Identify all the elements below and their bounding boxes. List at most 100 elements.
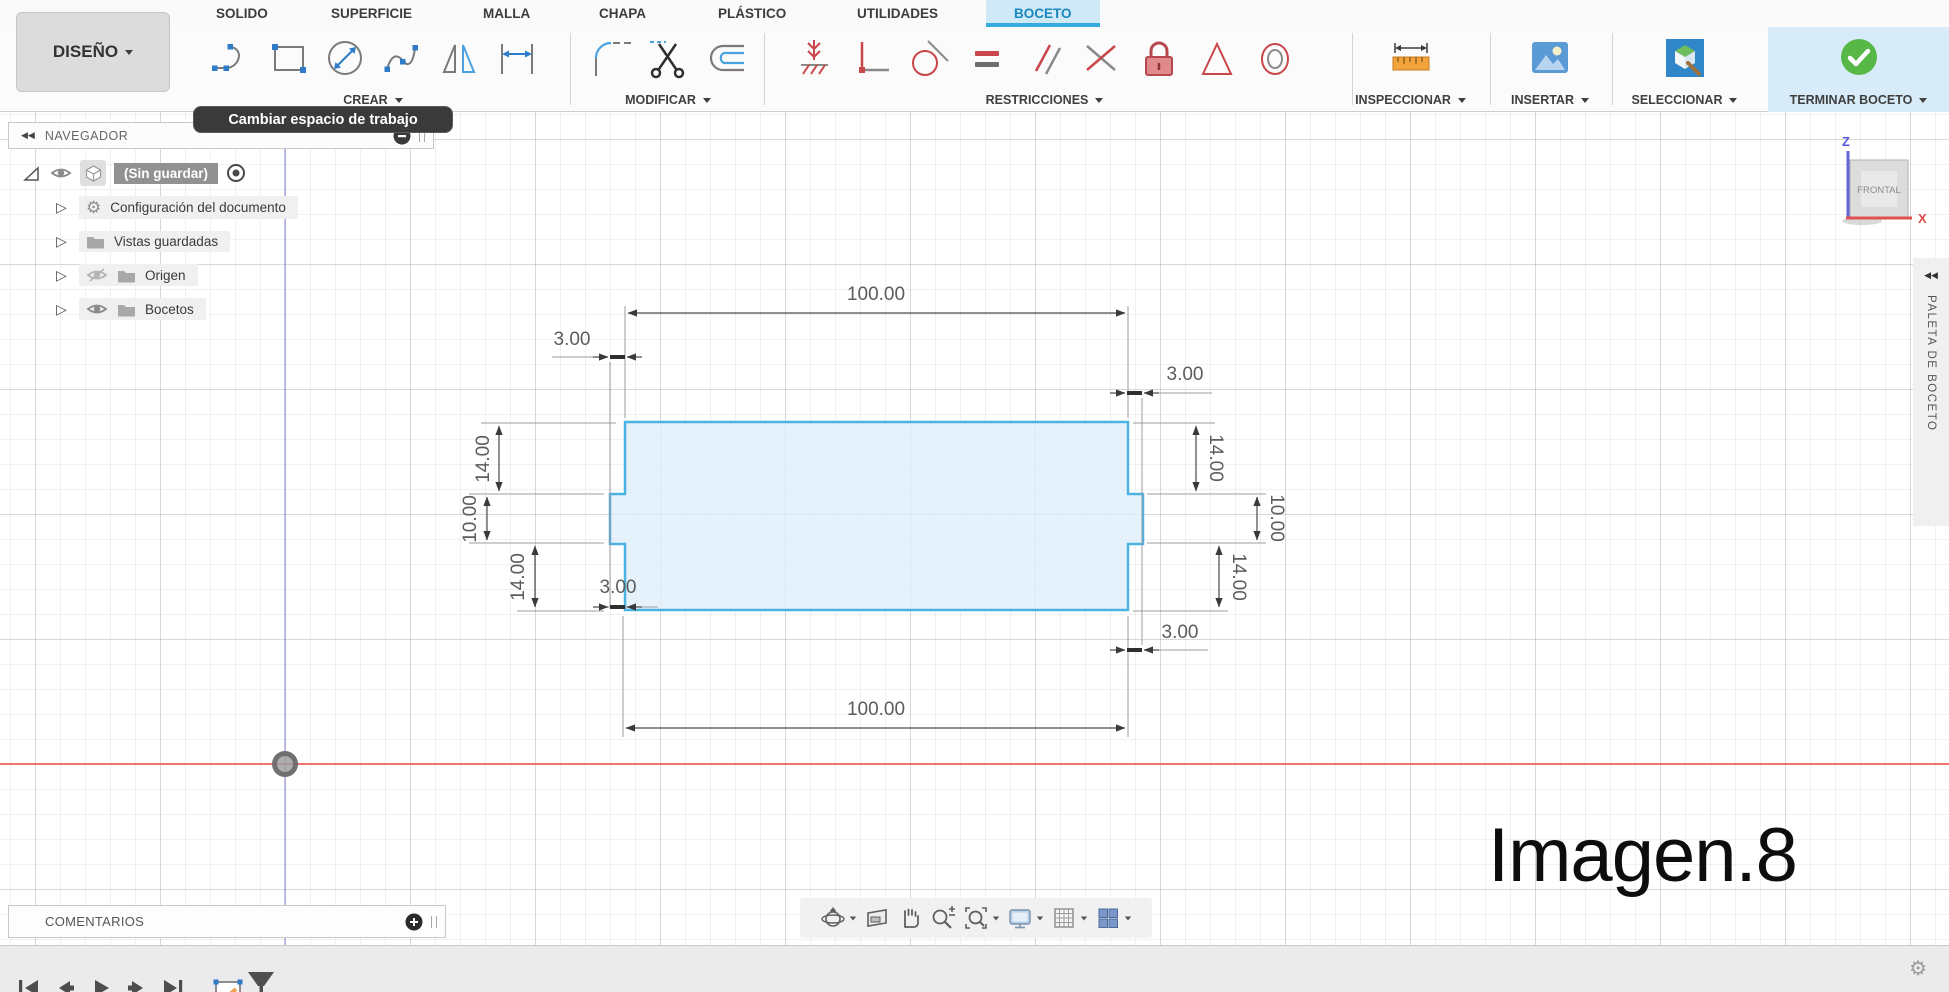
expand-arrow-icon[interactable]: ▷ [56, 267, 70, 284]
expand-arrow-icon[interactable]: ▷ [56, 199, 70, 216]
select-icon[interactable] [1663, 36, 1707, 80]
navigator-tree: (Sin guardar) ▷ ⚙ Configuración del docu… [22, 158, 298, 328]
tab-chapa[interactable]: CHAPA [599, 0, 646, 27]
grid-settings-button[interactable] [1051, 905, 1088, 931]
inspeccionar-dropdown[interactable]: INSPECCIONAR [1355, 93, 1466, 107]
workspace-selector-button[interactable]: DISEÑO [16, 12, 170, 92]
tab-superficie[interactable]: SUPERFICIE [331, 0, 412, 27]
display-settings-icon [1009, 909, 1031, 929]
document-name[interactable]: (Sin guardar) [114, 162, 219, 184]
fix-ground-constraint-icon[interactable] [793, 36, 835, 80]
terminar-boceto-dropdown[interactable]: TERMINAR BOCETO [1790, 93, 1928, 107]
tree-row-origin[interactable]: ▷ Origen [56, 260, 298, 290]
zoom-button[interactable] [930, 905, 956, 931]
tab-row: SOLIDO SUPERFICIE MALLA CHAPA PLÁSTICO U… [0, 0, 1949, 27]
toolbar-divider [1490, 33, 1491, 105]
perpendicular-constraint-icon[interactable] [1080, 36, 1122, 80]
group-insertar: INSERTAR [1500, 27, 1600, 112]
look-at-button[interactable] [864, 905, 890, 931]
rectangle-tool-icon[interactable] [266, 36, 310, 80]
eye-hidden-icon[interactable] [86, 267, 108, 283]
tab-boceto[interactable]: BOCETO [986, 0, 1100, 27]
expand-arrow-icon[interactable]: ▷ [56, 233, 70, 250]
eye-visible-icon[interactable] [86, 301, 108, 317]
orbit-button[interactable] [820, 905, 857, 931]
tree-row-sketches[interactable]: ▷ Bocetos [56, 294, 298, 324]
skip-to-start-icon[interactable] [16, 977, 42, 992]
panel-drag-handle[interactable] [431, 915, 437, 928]
display-settings-button[interactable] [1007, 905, 1044, 931]
sketch-profile[interactable] [608, 420, 1145, 612]
tab-solido[interactable]: SOLIDO [216, 0, 268, 27]
activate-radio-icon[interactable] [226, 163, 246, 183]
expand-panel-icon[interactable]: ◀◀ [1924, 270, 1938, 281]
chevron-down-icon [992, 916, 1000, 920]
tab-malla[interactable]: MALLA [483, 0, 530, 27]
collapse-panel-icon[interactable]: ◀◀ [21, 130, 35, 141]
viewports-button[interactable] [1095, 905, 1132, 931]
sketch-dimension-icon[interactable] [494, 36, 538, 80]
mirror-tool-icon[interactable] [437, 36, 481, 80]
view-cube[interactable]: Z FRONTAL X [1830, 125, 1942, 237]
play-icon[interactable] [88, 977, 114, 992]
zoom-icon [932, 906, 955, 929]
toolbar-divider [1612, 33, 1613, 105]
group-crear: CREAR [198, 27, 548, 112]
tree-row-saved-views[interactable]: ▷ Vistas guardadas [56, 226, 298, 256]
chevron-down-icon [1036, 916, 1044, 920]
crear-dropdown[interactable]: CREAR [343, 93, 403, 107]
seleccionar-dropdown[interactable]: SELECCIONAR [1632, 93, 1738, 107]
folder-icon [118, 270, 135, 282]
chevron-down-icon [1457, 97, 1466, 103]
chevron-down-icon [1095, 97, 1104, 103]
sketch-palette-strip[interactable]: ◀◀ PALETA DE BOCETO [1913, 258, 1949, 526]
expand-arrow-icon[interactable]: ▷ [56, 301, 70, 318]
spline-tool-icon[interactable] [380, 36, 424, 80]
step-back-icon[interactable] [52, 977, 78, 992]
measure-icon[interactable] [1388, 36, 1434, 80]
tree-item-label: Origen [145, 267, 186, 283]
equal-constraint-icon[interactable] [966, 36, 1008, 80]
group-inspeccionar: INSPECCIONAR [1355, 27, 1466, 112]
restricciones-dropdown[interactable]: RESTRICCIONES [986, 93, 1104, 107]
fit-button[interactable] [963, 905, 1000, 931]
tab-plastico[interactable]: PLÁSTICO [718, 0, 786, 27]
offset-tool-icon[interactable] [703, 36, 747, 80]
gear-icon: ⚙ [86, 197, 102, 217]
line-tool-icon[interactable] [209, 36, 253, 80]
chevron-down-icon [702, 97, 711, 103]
pan-button[interactable] [897, 905, 923, 931]
timeline-sketch-feature[interactable] [212, 972, 282, 992]
document-cube-icon [80, 160, 106, 186]
comments-bar: COMENTARIOS [8, 905, 446, 938]
viewports-icon [1098, 908, 1118, 928]
tree-row-document[interactable]: (Sin guardar) [22, 158, 298, 188]
trim-tool-icon[interactable] [646, 36, 690, 80]
tree-row-document-settings[interactable]: ▷ ⚙ Configuración del documento [56, 192, 298, 222]
finish-sketch-icon[interactable] [1838, 36, 1880, 78]
sketch-palette-title: PALETA DE BOCETO [1925, 295, 1937, 432]
viewcube-face-label[interactable]: FRONTAL [1857, 185, 1901, 196]
timeline-settings-gear-icon[interactable]: ⚙ [1909, 956, 1927, 981]
insert-image-icon[interactable] [1527, 36, 1573, 80]
parallel-constraint-icon[interactable] [1023, 36, 1065, 80]
orbit-icon [821, 907, 845, 927]
origin-point[interactable] [272, 751, 298, 777]
tangent-constraint-icon[interactable] [907, 36, 951, 80]
circle-tool-icon[interactable] [323, 36, 367, 80]
workspace-tooltip: Cambiar espacio de trabajo [193, 106, 453, 133]
insertar-dropdown[interactable]: INSERTAR [1511, 93, 1589, 107]
horizontal-vertical-constraint-icon[interactable] [850, 36, 892, 80]
fillet-tool-icon[interactable] [589, 36, 633, 80]
step-forward-icon[interactable] [124, 977, 150, 992]
chevron-down-icon [849, 916, 857, 920]
add-comment-icon[interactable] [405, 913, 423, 931]
symmetry-constraint-icon[interactable] [1196, 36, 1238, 80]
eye-visible-icon[interactable] [50, 165, 72, 181]
skip-to-end-icon[interactable] [160, 977, 186, 992]
lock-constraint-icon[interactable] [1137, 36, 1181, 80]
concentric-constraint-icon[interactable] [1253, 36, 1297, 80]
tab-utilidades[interactable]: UTILIDADES [857, 0, 938, 27]
timeline-position-marker[interactable] [248, 972, 274, 992]
modificar-dropdown[interactable]: MODIFICAR [625, 93, 711, 107]
